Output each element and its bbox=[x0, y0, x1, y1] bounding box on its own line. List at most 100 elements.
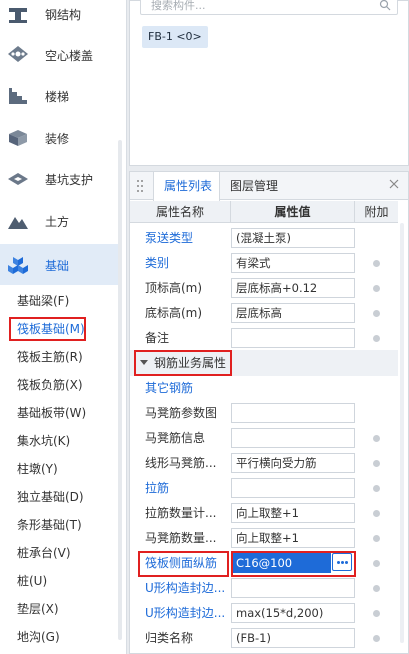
property-tabs: 属性列表 图层管理 bbox=[130, 172, 408, 201]
extra-checkbox[interactable] bbox=[373, 585, 380, 592]
property-value[interactable]: 有梁式 bbox=[231, 253, 355, 273]
extra-checkbox[interactable] bbox=[373, 510, 380, 517]
category-stairs[interactable]: 楼梯 bbox=[0, 75, 122, 116]
property-value[interactable]: 层底标高+0.12 bbox=[231, 278, 355, 298]
subitem-foundation-beam[interactable]: 基础梁(F) bbox=[17, 292, 69, 309]
property-name: U形构造封边... bbox=[145, 581, 226, 595]
extra-checkbox[interactable] bbox=[373, 610, 380, 617]
subitem-raft-main-rebar[interactable]: 筏板主筋(R) bbox=[17, 348, 83, 365]
property-row-chair-count[interactable]: 马凳筋数量... 向上取整+1 bbox=[130, 526, 398, 551]
property-row-pump-type[interactable]: 泵送类型 (混凝土泵) bbox=[130, 226, 398, 251]
extra-checkbox[interactable] bbox=[373, 310, 380, 317]
extra-checkbox[interactable] bbox=[373, 435, 380, 442]
property-row-u-edge-1[interactable]: U形构造封边... bbox=[130, 576, 398, 601]
category-pit-support[interactable]: 基坑支护 bbox=[0, 158, 122, 199]
category-foundation[interactable]: 基础 bbox=[0, 244, 122, 285]
subitem-sump-pit[interactable]: 集水坑(K) bbox=[17, 432, 70, 449]
property-value[interactable]: 层底标高 bbox=[231, 303, 355, 323]
property-row-other-rebar[interactable]: 其它钢筋 bbox=[130, 376, 398, 401]
property-row-tie-bar[interactable]: 拉筋 bbox=[130, 476, 398, 501]
property-name: 类别 bbox=[145, 256, 170, 270]
subitem-foundation-strip[interactable]: 基础板带(W) bbox=[17, 404, 86, 421]
category-hollow-floor[interactable]: 空心楼盖 bbox=[0, 34, 122, 75]
column-header-value: 属性值 bbox=[231, 201, 355, 223]
column-header-extra: 附加 bbox=[364, 205, 389, 219]
property-name: U形构造封边... bbox=[145, 606, 226, 620]
subitem-pile-cap[interactable]: 桩承台(V) bbox=[17, 544, 71, 561]
property-row-chair-param-diagram[interactable]: 马凳筋参数图 bbox=[130, 401, 398, 426]
category-label: 钢结构 bbox=[45, 8, 82, 22]
left-nav-panel: 钢结构 空心楼盖 楼梯 装修 基坑支护 土方 基础 基础梁(F) 筏板基础(M)… bbox=[0, 0, 127, 654]
component-list-panel: 搜索构件... FB-1 <0> bbox=[129, 0, 409, 166]
component-item[interactable]: FB-1 <0> bbox=[142, 26, 208, 48]
close-icon[interactable] bbox=[388, 178, 400, 190]
category-label: 土方 bbox=[45, 215, 70, 229]
decoration-icon bbox=[6, 126, 30, 150]
highlight-box bbox=[138, 551, 229, 577]
category-decoration[interactable]: 装修 bbox=[0, 117, 122, 158]
property-row-top-elevation[interactable]: 顶标高(m) 层底标高+0.12 bbox=[130, 276, 398, 301]
property-row-class-name[interactable]: 归类名称 (FB-1) bbox=[130, 626, 398, 651]
property-name: 拉筋数量计... bbox=[145, 506, 217, 520]
category-label: 装修 bbox=[45, 132, 70, 146]
property-row-tie-count-calc[interactable]: 拉筋数量计... 向上取整+1 bbox=[130, 501, 398, 526]
category-steel-structure[interactable]: 钢结构 bbox=[0, 0, 122, 34]
tab-property-list[interactable]: 属性列表 bbox=[153, 172, 220, 201]
category-earthwork[interactable]: 土方 bbox=[0, 200, 122, 241]
property-row-bottom-elevation[interactable]: 底标高(m) 层底标高 bbox=[130, 301, 398, 326]
subitem-column-pier[interactable]: 柱墩(Y) bbox=[17, 460, 58, 477]
property-value[interactable] bbox=[231, 328, 355, 348]
extra-checkbox[interactable] bbox=[373, 635, 380, 642]
category-label: 楼梯 bbox=[45, 90, 70, 104]
extra-checkbox[interactable] bbox=[373, 285, 380, 292]
property-value[interactable] bbox=[231, 403, 355, 423]
extra-checkbox[interactable] bbox=[373, 560, 380, 567]
extra-checkbox[interactable] bbox=[373, 260, 380, 267]
subitem-pile[interactable]: 桩(U) bbox=[17, 572, 47, 589]
property-row-category[interactable]: 类别 有梁式 bbox=[130, 251, 398, 276]
category-label: 基础 bbox=[45, 259, 70, 273]
subitem-cushion[interactable]: 垫层(X) bbox=[17, 600, 59, 617]
hollow-floor-icon bbox=[6, 43, 30, 67]
extra-checkbox[interactable] bbox=[373, 535, 380, 542]
subitem-raft-negative-rebar[interactable]: 筏板负筋(X) bbox=[17, 376, 83, 393]
steel-structure-icon bbox=[6, 2, 30, 26]
property-name: 备注 bbox=[145, 331, 170, 345]
property-name: 其它钢筋 bbox=[145, 381, 194, 395]
property-row-linear-chair[interactable]: 线形马凳筋... 平行横向受力筋 bbox=[130, 451, 398, 476]
component-search-input[interactable]: 搜索构件... bbox=[140, 0, 398, 15]
stairs-icon bbox=[6, 84, 30, 108]
property-value[interactable] bbox=[231, 428, 355, 448]
property-name: 线形马凳筋... bbox=[145, 456, 217, 470]
property-value[interactable]: max(15*d,200) bbox=[231, 603, 355, 623]
column-header-name: 属性名称 bbox=[130, 201, 231, 223]
property-name: 归类名称 bbox=[145, 631, 194, 645]
property-value[interactable]: 向上取整+1 bbox=[231, 528, 355, 548]
extra-checkbox[interactable] bbox=[373, 460, 380, 467]
property-value[interactable]: (FB-1) bbox=[231, 628, 355, 648]
tab-layer-management[interactable]: 图层管理 bbox=[230, 172, 300, 200]
property-row-remark[interactable]: 备注 bbox=[130, 326, 398, 351]
property-value[interactable] bbox=[231, 578, 355, 598]
property-panel: 属性列表 图层管理 属性名称 属性值 附加 泵送类型 (混凝土泵) 类别 有梁式… bbox=[129, 171, 409, 654]
extra-checkbox[interactable] bbox=[373, 335, 380, 342]
property-row-u-edge-2[interactable]: U形构造封边... max(15*d,200) bbox=[130, 601, 398, 626]
subitem-trench[interactable]: 地沟(G) bbox=[17, 628, 60, 645]
earthwork-icon bbox=[6, 209, 30, 233]
property-table-header: 属性名称 属性值 附加 bbox=[130, 201, 398, 223]
subitem-strip-footing[interactable]: 条形基础(T) bbox=[17, 516, 82, 533]
property-value[interactable] bbox=[231, 478, 355, 498]
extra-checkbox[interactable] bbox=[373, 485, 380, 492]
drag-handle-icon[interactable] bbox=[136, 179, 144, 193]
highlight-box bbox=[9, 317, 86, 341]
pit-support-icon bbox=[6, 167, 30, 191]
subitem-isolated-footing[interactable]: 独立基础(D) bbox=[17, 488, 84, 505]
property-value[interactable]: (混凝土泵) bbox=[231, 228, 355, 248]
property-value[interactable]: 平行横向受力筋 bbox=[231, 453, 355, 473]
property-name: 拉筋 bbox=[145, 481, 170, 495]
property-row-chair-info[interactable]: 马凳筋信息 bbox=[130, 426, 398, 451]
property-value[interactable]: 向上取整+1 bbox=[231, 503, 355, 523]
search-icon[interactable] bbox=[379, 0, 391, 11]
left-scrollbar[interactable] bbox=[118, 140, 122, 640]
property-scrollbar[interactable] bbox=[400, 223, 404, 643]
